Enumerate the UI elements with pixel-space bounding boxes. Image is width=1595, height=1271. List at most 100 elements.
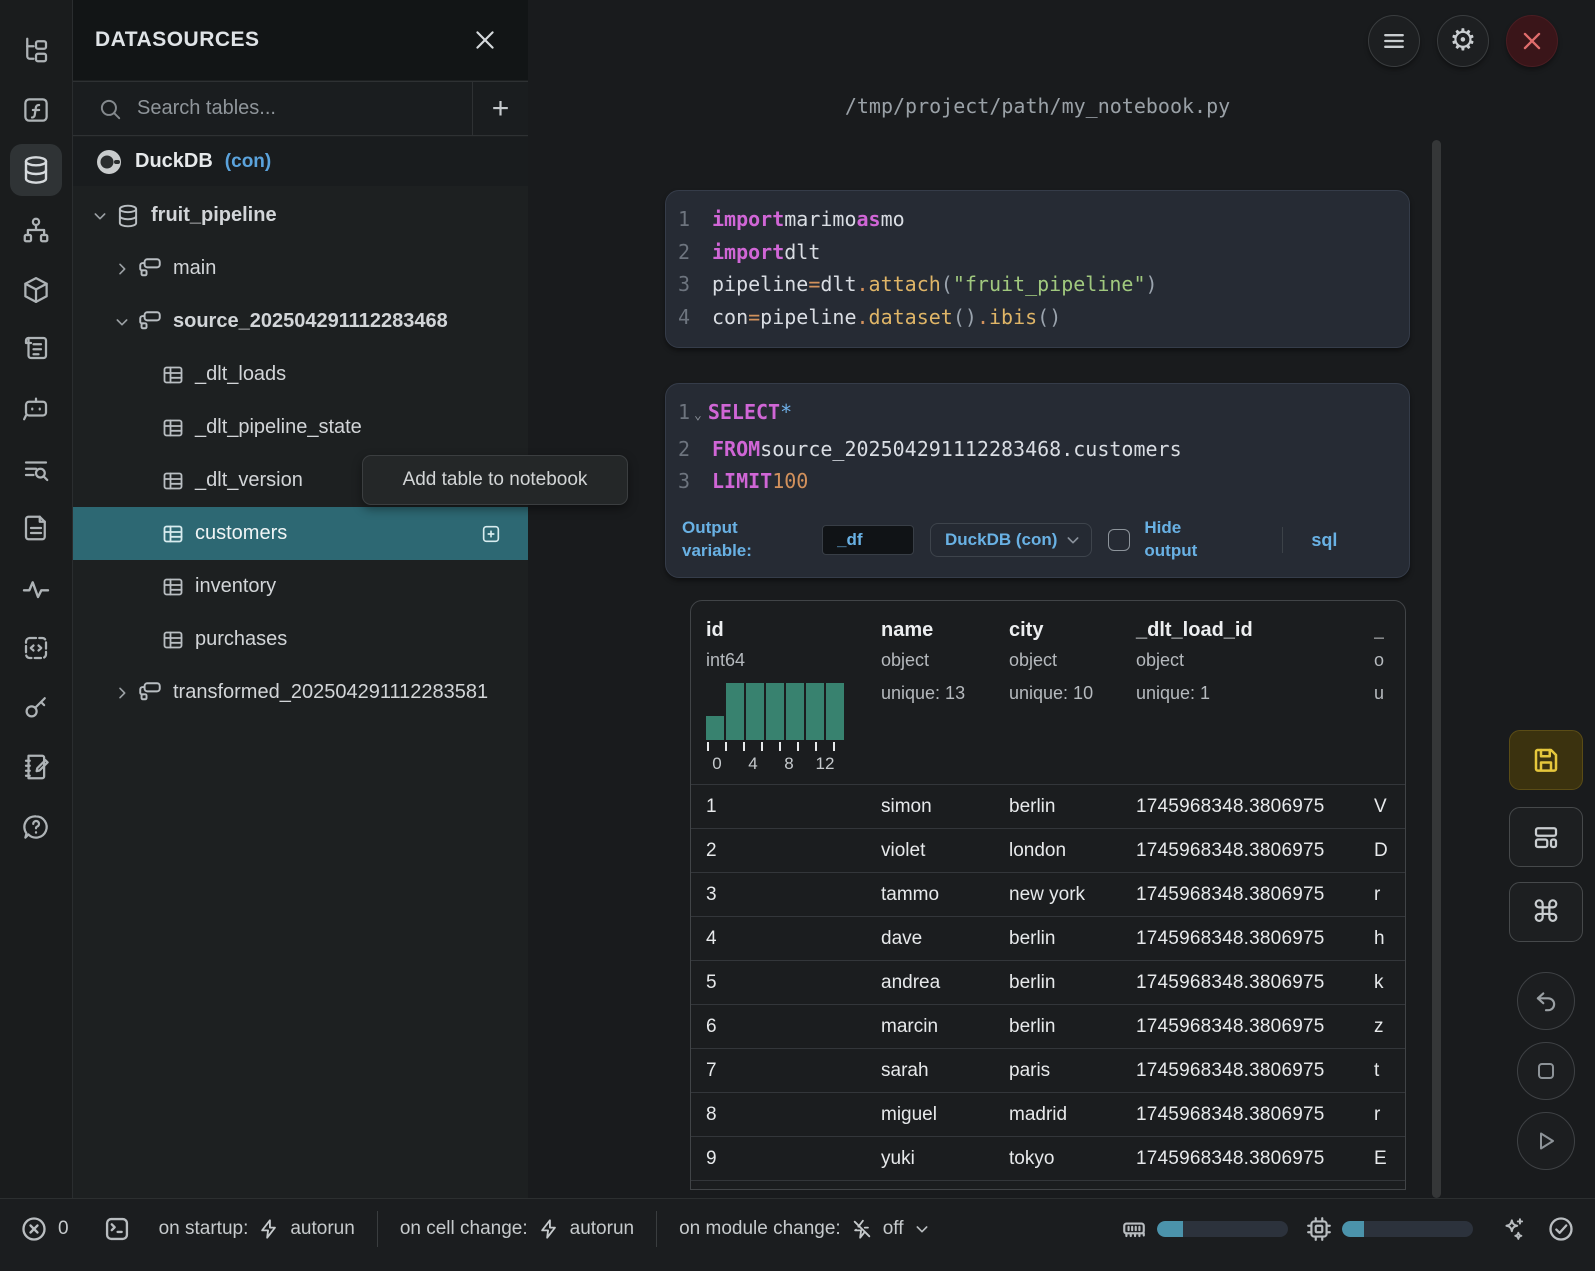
cpu-meter — [1306, 1216, 1473, 1242]
code-line[interactable]: 1import marimo as mo — [666, 203, 1409, 236]
divider — [656, 1211, 657, 1247]
save-button[interactable] — [1509, 730, 1583, 790]
tree-item-label: _dlt_pipeline_state — [195, 416, 362, 439]
cell-load-id: 1745968348.3806975 — [1136, 884, 1374, 906]
code-line[interactable]: 4con = pipeline.dataset().ibis() — [666, 301, 1409, 334]
scratchpad-icon[interactable] — [10, 322, 62, 374]
cell-next: t — [1374, 1060, 1405, 1082]
search-input[interactable] — [137, 82, 472, 135]
help-icon[interactable] — [10, 801, 62, 853]
notebook-scrollbar[interactable] — [1432, 140, 1441, 1198]
connection-status-button[interactable] — [1547, 1215, 1575, 1243]
error-circle-icon — [20, 1215, 48, 1243]
output-variable-row: Output variable: DuckDB (con) Hide outpu… — [682, 517, 1395, 563]
fold-chevron-icon[interactable]: ⌄ — [694, 400, 702, 433]
file-tree-icon[interactable] — [10, 24, 62, 76]
schema-icon — [133, 680, 173, 706]
on-startup-toggle[interactable]: on startup: autorun — [159, 1218, 355, 1240]
code-line[interactable]: 2FROM source_202504291112283468.customer… — [666, 433, 1409, 466]
language-badge: sql — [1311, 528, 1337, 552]
on-cell-change-toggle[interactable]: on cell change: autorun — [400, 1218, 634, 1240]
column-header-city[interactable]: city object unique: 10 — [1009, 619, 1136, 774]
stop-button[interactable] — [1517, 1042, 1575, 1100]
tree-item-source_202504291112283468[interactable]: source_202504291112283468 — [73, 295, 528, 348]
on-cell-change-label: on cell change: — [400, 1218, 528, 1240]
tree-item-main[interactable]: main — [73, 242, 528, 295]
cell-id: 2 — [706, 840, 881, 862]
settings-button[interactable]: ⚙ — [1437, 15, 1489, 67]
cpu-icon — [1306, 1216, 1332, 1242]
cell-name: simon — [881, 796, 1009, 818]
error-count-button[interactable]: 0 — [20, 1215, 69, 1243]
menu-button[interactable] — [1368, 15, 1420, 67]
table-row: 4daveberlin1745968348.3806975h — [691, 916, 1405, 960]
code-line[interactable]: 3pipeline = dlt.attach("fruit_pipeline") — [666, 268, 1409, 301]
layout-icon — [1531, 822, 1561, 852]
datasources-icon[interactable] — [10, 144, 62, 196]
tree-item-label: transformed_202504291112283581 — [173, 681, 488, 704]
column-header-name[interactable]: name object unique: 13 — [881, 619, 1009, 774]
output-variable-label: Output variable: — [682, 517, 770, 563]
terminal-button[interactable] — [103, 1215, 131, 1243]
cell-city: berlin — [1009, 928, 1136, 950]
notebook-edit-icon[interactable] — [10, 741, 62, 793]
cell-city: madrid — [1009, 1104, 1136, 1126]
tree-item-customers[interactable]: customers — [73, 507, 528, 560]
code-line[interactable]: 2import dlt — [666, 236, 1409, 269]
cell-next: z — [1374, 1016, 1405, 1038]
snippets-icon[interactable] — [10, 622, 62, 674]
column-header-id[interactable]: id int64 04812 — [706, 619, 881, 774]
line-number: 3 — [666, 268, 712, 301]
code-line[interactable]: 3LIMIT 100 — [666, 465, 1409, 498]
tooltip-add-table: Add table to notebook — [362, 455, 628, 505]
engine-connection: (con) — [225, 151, 271, 173]
add-table-button[interactable] — [480, 523, 502, 545]
on-module-change-toggle[interactable]: on module change: off — [679, 1218, 929, 1240]
cell-id: 8 — [706, 1104, 881, 1126]
dependency-graph-icon[interactable] — [10, 204, 62, 256]
database-icon — [111, 203, 151, 229]
output-variable-input[interactable] — [822, 525, 914, 555]
tree-item-_dlt_pipeline_state[interactable]: _dlt_pipeline_state — [73, 401, 528, 454]
schema-icon — [133, 256, 173, 282]
hide-output-checkbox[interactable] — [1108, 529, 1130, 551]
add-datasource-button[interactable]: + — [473, 82, 528, 135]
engine-dropdown[interactable]: DuckDB (con) — [930, 523, 1092, 557]
tree-item-inventory[interactable]: inventory — [73, 560, 528, 613]
ai-assist-button[interactable] — [1501, 1216, 1527, 1242]
engine-row[interactable]: DuckDB (con) — [73, 137, 528, 186]
cell-id: 1 — [706, 796, 881, 818]
secrets-key-icon[interactable] — [10, 681, 62, 733]
sql-cell[interactable]: 1⌄SELECT *2FROM source_20250429111228346… — [665, 383, 1410, 578]
column-header-dlt-load-id[interactable]: _dlt_load_id object unique: 1 — [1136, 619, 1374, 774]
tree-item-purchases[interactable]: purchases — [73, 613, 528, 666]
code-line[interactable]: 1⌄SELECT * — [666, 396, 1409, 433]
tracing-icon[interactable] — [10, 563, 62, 615]
engine-name: DuckDB — [135, 150, 213, 173]
function-icon[interactable] — [10, 84, 62, 136]
command-palette-button[interactable]: ⌘ — [1509, 882, 1583, 942]
table-row: 9yukitokyo1745968348.3806975E — [691, 1136, 1405, 1180]
divider — [377, 1211, 378, 1247]
tree-item-transformed_202504291112283581[interactable]: transformed_202504291112283581 — [73, 666, 528, 719]
layout-button[interactable] — [1509, 807, 1583, 867]
on-module-change-label: on module change: — [679, 1218, 841, 1240]
notebook-path[interactable]: /tmp/project/path/my_notebook.py — [665, 94, 1410, 118]
close-app-button[interactable] — [1506, 15, 1558, 67]
tree-item-fruit_pipeline[interactable]: fruit_pipeline — [73, 189, 528, 242]
panel-close-icon[interactable] — [472, 27, 498, 53]
python-cell[interactable]: 1import marimo as mo2import dlt3pipeline… — [665, 190, 1410, 348]
run-button[interactable] — [1517, 1112, 1575, 1170]
documentation-icon[interactable] — [10, 502, 62, 554]
gear-icon: ⚙ — [1450, 26, 1477, 56]
datasource-tree: fruit_pipelinemainsource_202504291112283… — [73, 189, 528, 719]
tree-item-label: purchases — [195, 628, 287, 651]
line-number: 2 — [666, 236, 712, 269]
logs-search-icon[interactable] — [10, 444, 62, 496]
chatbot-icon[interactable] — [10, 382, 62, 434]
packages-icon[interactable] — [10, 264, 62, 316]
undo-button[interactable] — [1517, 972, 1575, 1030]
tree-item-_dlt_loads[interactable]: _dlt_loads — [73, 348, 528, 401]
line-number: 4 — [666, 301, 712, 334]
cell-name: tammo — [881, 884, 1009, 906]
